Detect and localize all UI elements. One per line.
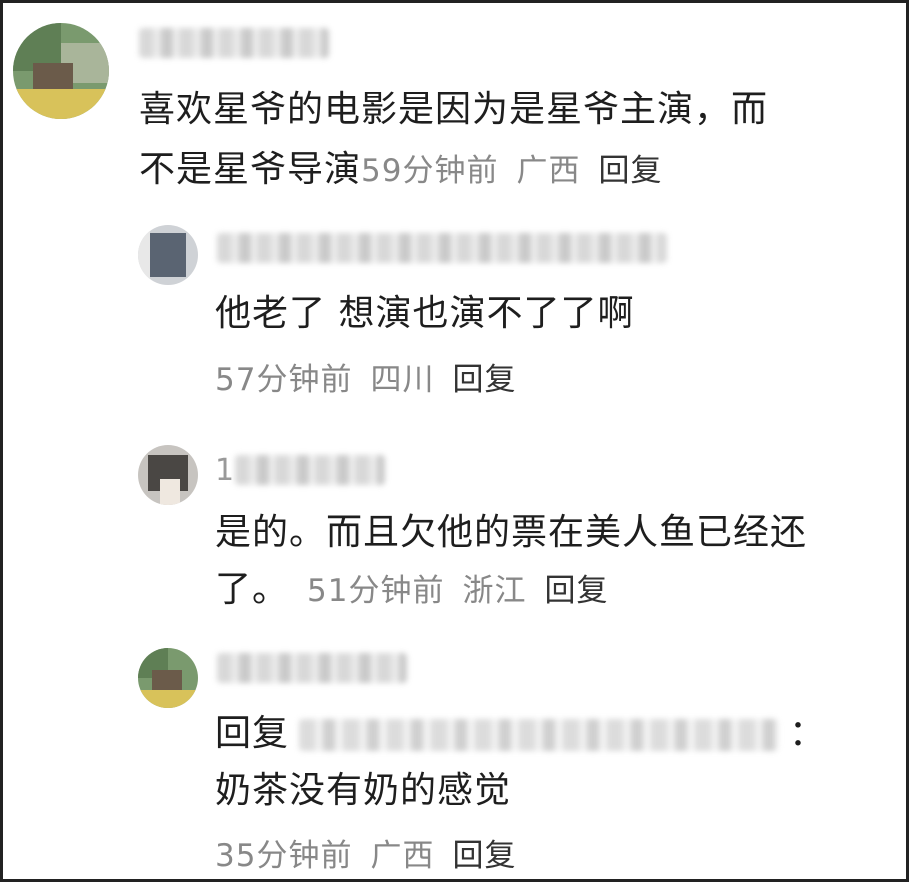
reply-button[interactable]: 回复 [598, 153, 662, 189]
comment-location: 浙江 [462, 573, 527, 609]
comment-time: 57分钟前 [215, 362, 353, 398]
username-blurred[interactable] [217, 653, 407, 683]
reply-header: 回复： [215, 713, 827, 754]
comment-text: 喜欢星爷的电影是因为是星爷主演，而 [139, 89, 769, 130]
avatar[interactable] [13, 23, 109, 119]
comment-text: 是的。而且欠他的票在美人鱼已经还 [215, 512, 808, 553]
comment-meta: 57分钟前 四川 回复 [215, 355, 516, 405]
comment-text-line2: 不是星爷导演59分钟前 广西 回复 [139, 149, 663, 190]
comment-text: 他老了 想演也演不了了啊 [215, 293, 635, 334]
username-blurred[interactable] [235, 455, 385, 485]
username-blurred[interactable] [139, 28, 329, 58]
comment-time: 51分钟前 [307, 573, 445, 609]
username-blurred[interactable] [217, 233, 667, 263]
comment-location: 广西 [516, 153, 581, 189]
avatar[interactable] [138, 445, 198, 505]
avatar[interactable] [138, 225, 198, 285]
avatar[interactable] [138, 648, 198, 708]
username-prefix[interactable]: 1 [215, 451, 235, 491]
comment-meta: 35分钟前 广西 回复 [215, 831, 516, 881]
comment-time: 59分钟前 [361, 153, 499, 189]
comment-text: 奶茶没有奶的感觉 [215, 770, 512, 811]
comment-location: 四川 [370, 362, 435, 398]
reply-button[interactable]: 回复 [544, 573, 608, 609]
comment-time: 35分钟前 [215, 838, 353, 874]
comment-text-line2: 了。 51分钟前 浙江 回复 [215, 569, 609, 610]
comment-location: 广西 [370, 838, 435, 874]
reply-button[interactable]: 回复 [452, 838, 516, 874]
reply-target-blurred[interactable] [299, 719, 780, 751]
reply-button[interactable]: 回复 [452, 362, 516, 398]
comment-thread: 喜欢星爷的电影是因为是星爷主演，而 不是星爷导演59分钟前 广西 回复 他老了 想演… [0, 0, 909, 882]
